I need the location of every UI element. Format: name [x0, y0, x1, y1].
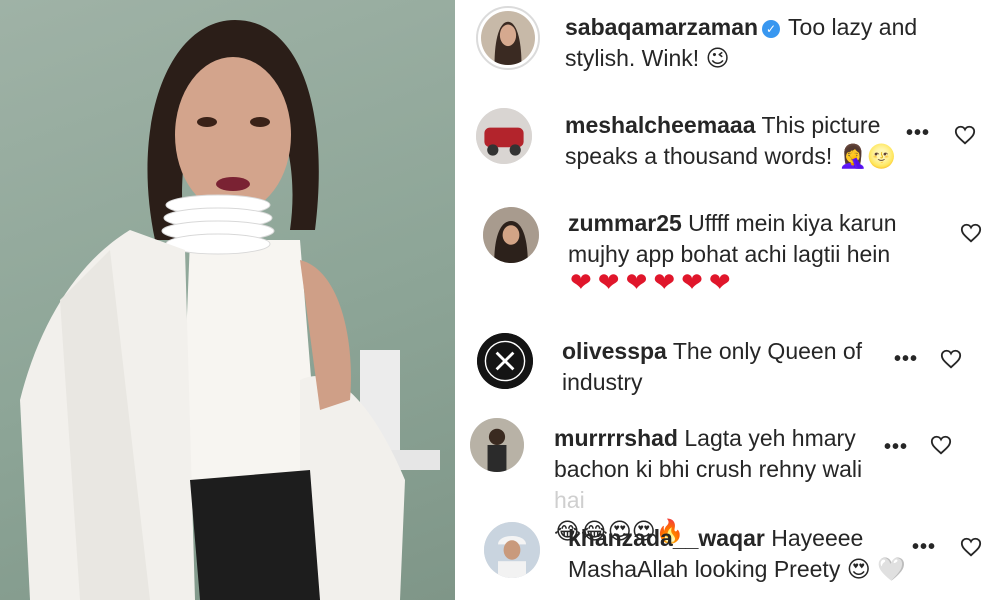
comment-text: khanzada__waqar Hayeeee MashaAllah looki… [568, 523, 928, 586]
comment-emojis: 😍 [846, 557, 871, 583]
verified-badge-icon: ✓ [762, 20, 781, 38]
comment-body-line2: mujhy app bohat achi lagtii hein [568, 241, 891, 267]
comment-text: sabaqamarzaman ✓ Too lazy and stylish. Wi… [565, 12, 985, 75]
comment-body-line1: The only Queen of [672, 338, 863, 364]
comment-body-line1: Too lazy and [788, 14, 918, 40]
comment-body-line2: speaks a thousand words! [565, 143, 833, 169]
comment-username[interactable]: sabaqamarzaman [565, 14, 758, 40]
comment-emojis: 🤦‍♀️🌝 [838, 144, 896, 170]
comment-emoji-faded: 🤍 [877, 557, 906, 583]
comment-body-line2: MashaAllah looking Preety [568, 556, 841, 582]
comment-body-line2: stylish. Wink! [565, 45, 700, 71]
more-options-icon[interactable]: ••• [906, 122, 930, 145]
heart-outline-icon[interactable] [930, 434, 952, 456]
post-photo[interactable] [0, 0, 455, 600]
comment-body-line1: Lagta yeh hmary [684, 425, 856, 451]
comment-body-line2: bachon ki bhi crush rehny wali [554, 456, 863, 482]
avatar-image [481, 11, 535, 65]
comment-emojis: 😉 [705, 46, 730, 72]
heart-outline-icon[interactable] [960, 222, 982, 244]
comment-username[interactable]: zummar25 [568, 210, 682, 236]
avatar-image [484, 522, 540, 578]
avatar-image [470, 418, 524, 472]
more-options-icon[interactable]: ••• [894, 348, 918, 371]
avatar-image [477, 333, 533, 389]
more-options-icon[interactable]: ••• [884, 436, 908, 459]
comment-emojis: ❤❤❤❤❤❤ [570, 268, 737, 298]
comment-body-line1: This picture [761, 112, 881, 138]
comment-username[interactable]: khanzada__waqar [568, 525, 765, 551]
avatar-image [483, 207, 539, 263]
comment-body-line1: Uffff mein kiya karun [688, 210, 897, 236]
heart-outline-icon[interactable] [960, 536, 982, 558]
avatar[interactable] [476, 108, 532, 164]
divider [455, 0, 459, 600]
avatar[interactable] [484, 522, 540, 578]
comment-text: zummar25 Uffff mein kiya karun mujhy app… [568, 208, 948, 270]
avatar[interactable] [476, 6, 540, 70]
heart-outline-icon[interactable] [954, 124, 976, 146]
comment-body-line2: industry [562, 369, 643, 395]
comment-body-line1: Hayeeee [771, 525, 864, 551]
more-options-icon[interactable]: ••• [912, 536, 936, 559]
comment-body-faded: hai [554, 487, 585, 513]
avatar[interactable] [477, 333, 533, 389]
heart-outline-icon[interactable] [940, 348, 962, 370]
comment-username[interactable]: murrrrshad [554, 425, 678, 451]
avatar[interactable] [470, 418, 524, 472]
comment-username[interactable]: olivesspa [562, 338, 667, 364]
avatar[interactable] [483, 207, 539, 263]
comment-text: meshalcheemaaa This picture speaks a tho… [565, 110, 905, 173]
photo-illustration [20, 20, 440, 600]
comment-text: olivesspa The only Queen of industry [562, 336, 892, 398]
avatar-image [476, 108, 532, 164]
comment-username[interactable]: meshalcheemaaa [565, 112, 756, 138]
